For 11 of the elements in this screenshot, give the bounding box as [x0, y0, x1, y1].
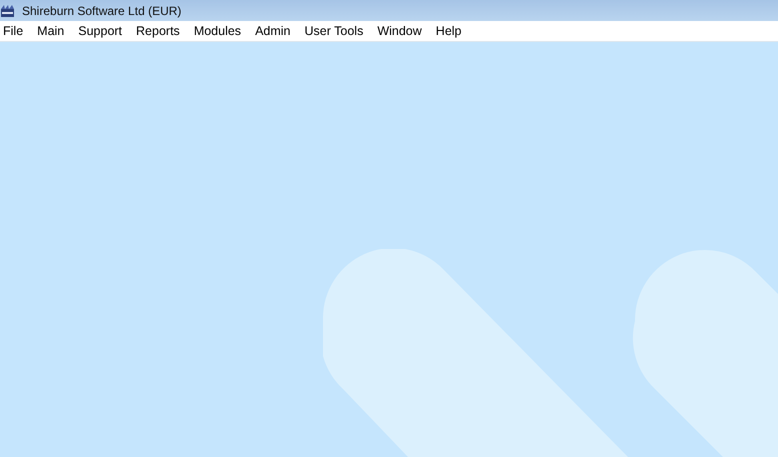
- menu-item[interactable]: Modules: [190, 21, 248, 41]
- app-icon: [1, 4, 14, 17]
- menu-item[interactable]: Main: [34, 21, 72, 41]
- window-title: Shireburn Software Ltd (EUR): [22, 4, 182, 18]
- menu-item[interactable]: Reports: [133, 21, 187, 41]
- menu-item[interactable]: File: [0, 21, 30, 41]
- menu-item[interactable]: User Tools: [302, 21, 370, 41]
- menu-item[interactable]: Support: [75, 21, 130, 41]
- menu-item[interactable]: Window: [374, 21, 429, 41]
- menu-item[interactable]: Help: [432, 21, 469, 41]
- menu-item[interactable]: Admin: [252, 21, 298, 41]
